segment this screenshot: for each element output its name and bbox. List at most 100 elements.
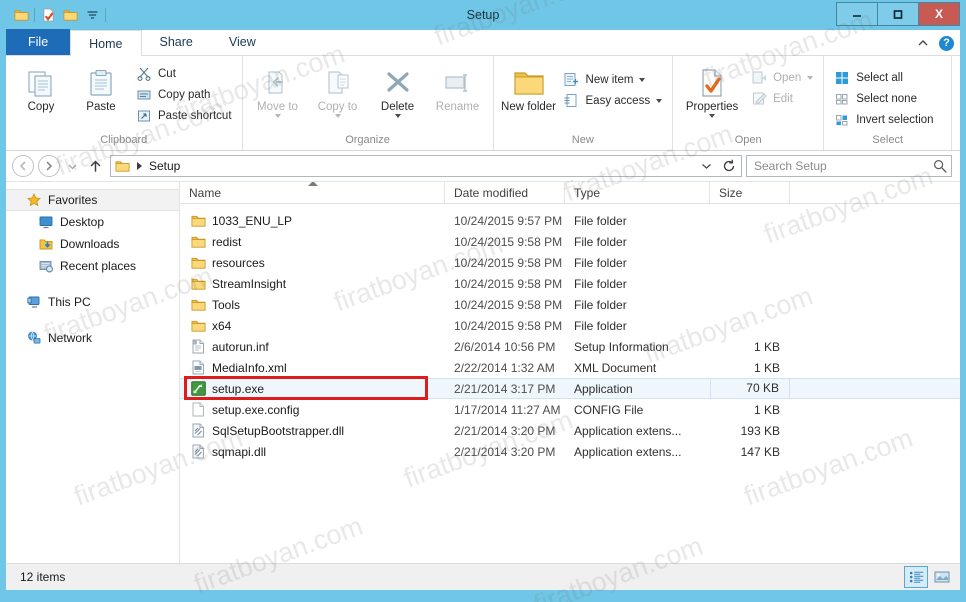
back-button[interactable] <box>12 155 34 177</box>
sidebar-item-desktop-label: Desktop <box>60 215 105 229</box>
search-icon[interactable] <box>933 159 947 173</box>
file-name-label: 1033_ENU_LP <box>212 213 293 228</box>
details-view-button[interactable] <box>904 566 928 588</box>
copy-to-button[interactable]: Copy to <box>309 61 367 118</box>
move-to-button[interactable]: Move to <box>249 61 307 118</box>
file-name-cell[interactable]: StreamInsight <box>180 276 445 292</box>
refresh-icon[interactable] <box>719 156 739 176</box>
qat-customize-dropdown-icon[interactable] <box>81 4 103 26</box>
edit-button[interactable]: Edit <box>747 88 817 109</box>
easy-access-caret-icon[interactable] <box>656 98 663 103</box>
table-row[interactable]: resources 10/24/2015 9:58 PM File folder <box>180 252 960 273</box>
column-header-size[interactable]: Size <box>710 182 790 203</box>
up-button[interactable] <box>84 155 106 177</box>
table-row[interactable]: Tools 10/24/2015 9:58 PM File folder <box>180 294 960 315</box>
file-name-cell[interactable]: 1033_ENU_LP <box>180 213 445 229</box>
file-name-cell[interactable]: Tools <box>180 297 445 313</box>
file-name-cell[interactable]: sqmapi.dll <box>180 444 445 460</box>
column-header-type[interactable]: Type <box>565 182 710 203</box>
delete-button[interactable]: Delete <box>369 61 427 118</box>
paste-shortcut-button[interactable]: Paste shortcut <box>132 105 236 126</box>
sidebar-item-recent-places[interactable]: Recent places <box>6 255 179 277</box>
sidebar-item-network[interactable]: Network <box>6 327 179 349</box>
table-row[interactable]: sqmapi.dll 2/21/2014 3:20 PM Application e… <box>180 441 960 462</box>
search-box[interactable]: Search Setup <box>746 155 952 177</box>
easy-access-icon <box>564 93 580 109</box>
file-list-pane: Name Date modified Type Size 1033_ENU_LP… <box>180 182 960 563</box>
table-row[interactable]: setup.exe.config 1/17/2014 11:27 AM CONFIG… <box>180 399 960 420</box>
qat-new-folder-icon[interactable] <box>59 4 81 26</box>
sidebar-item-favorites[interactable]: Favorites <box>6 189 179 211</box>
select-all-button[interactable]: Select all <box>830 67 937 88</box>
delete-icon <box>383 65 413 101</box>
large-icons-view-button[interactable] <box>930 566 954 588</box>
maximize-button[interactable] <box>877 2 919 26</box>
easy-access-button[interactable]: Easy access <box>560 90 667 111</box>
column-header-type-label: Type <box>574 185 601 200</box>
sidebar-item-desktop[interactable]: Desktop <box>6 211 179 233</box>
new-item-button-label: New item <box>585 73 634 86</box>
address-bar[interactable]: Setup <box>110 155 742 177</box>
file-name-cell[interactable]: setup.exe.config <box>180 402 445 418</box>
rename-button[interactable]: Rename <box>429 61 487 114</box>
copy-to-caret-icon[interactable] <box>334 114 341 118</box>
qat-properties-icon[interactable] <box>37 4 59 26</box>
new-item-button[interactable]: New item <box>560 69 667 90</box>
file-name-cell[interactable]: autorun.inf <box>180 339 445 355</box>
address-history-icon[interactable] <box>696 156 716 176</box>
table-row[interactable]: x64 10/24/2015 9:58 PM File folder <box>180 315 960 336</box>
paste-button[interactable]: Paste <box>72 61 130 114</box>
table-row[interactable]: StreamInsight 10/24/2015 9:58 PM File fold… <box>180 273 960 294</box>
column-header-name[interactable]: Name <box>180 182 445 203</box>
tab-home[interactable]: Home <box>70 30 142 56</box>
breadcrumb-setup[interactable]: Setup <box>149 159 180 173</box>
file-date-cell: 10/24/2015 9:58 PM <box>454 297 563 312</box>
new-folder-button[interactable]: New folder <box>500 61 558 114</box>
new-item-caret-icon[interactable] <box>639 77 646 82</box>
close-button[interactable]: X <box>918 2 960 26</box>
tab-share[interactable]: Share <box>142 29 211 55</box>
sidebar-item-this-pc[interactable]: This PC <box>6 291 179 313</box>
file-name-cell[interactable]: x64 <box>180 318 445 334</box>
properties-button[interactable]: Properties <box>679 61 745 118</box>
table-row[interactable]: SqlSetupBootstrapper.dll 2/21/2014 3:20 P… <box>180 420 960 441</box>
table-row[interactable]: autorun.inf 2/6/2014 10:56 PM Setup Inform… <box>180 336 960 357</box>
copy-button[interactable]: Copy <box>12 61 70 114</box>
invert-selection-button[interactable]: Invert selection <box>830 109 937 130</box>
ribbon-group-open-label: Open <box>734 134 762 146</box>
recent-locations-button[interactable] <box>64 155 80 177</box>
collapse-ribbon-icon[interactable] <box>917 34 929 52</box>
sidebar-item-favorites-label: Favorites <box>48 193 98 207</box>
table-row[interactable]: MediaInfo.xml 2/22/2014 1:32 AM XML Docume… <box>180 357 960 378</box>
forward-button[interactable] <box>38 155 60 177</box>
qat-folder-icon[interactable] <box>10 4 32 26</box>
copy-path-button[interactable]: Copy path <box>132 84 236 105</box>
delete-caret-icon[interactable] <box>394 114 401 118</box>
file-name-cell[interactable]: redist <box>180 234 445 250</box>
table-row[interactable]: redist 10/24/2015 9:58 PM File folder <box>180 231 960 252</box>
move-to-caret-icon[interactable] <box>274 114 281 118</box>
file-date-cell: 2/21/2014 3:20 PM <box>454 423 556 438</box>
table-row[interactable]: setup.exe 2/21/2014 3:17 PM Application 70 … <box>180 377 960 399</box>
edit-icon <box>751 91 767 107</box>
cut-button[interactable]: Cut <box>132 63 236 84</box>
ribbon-group-organize-label: Organize <box>345 134 390 146</box>
exe-file-icon <box>190 381 206 397</box>
open-button[interactable]: Open <box>747 67 817 88</box>
properties-caret-icon[interactable] <box>709 114 716 118</box>
file-name-cell[interactable]: SqlSetupBootstrapper.dll <box>180 423 445 439</box>
file-name-cell[interactable]: setup.exe <box>180 381 445 397</box>
help-icon[interactable]: ? <box>939 35 954 51</box>
file-name-cell[interactable]: MediaInfo.xml <box>180 360 445 376</box>
file-name-label: sqmapi.dll <box>212 444 267 459</box>
tab-file[interactable]: File <box>6 29 71 55</box>
table-row[interactable]: 1033_ENU_LP 10/24/2015 9:57 PM File folder <box>180 210 960 231</box>
tab-view[interactable]: View <box>211 29 274 55</box>
column-header-date-modified[interactable]: Date modified <box>445 182 565 203</box>
search-input[interactable]: Search Setup <box>754 159 933 173</box>
select-none-button[interactable]: Select none <box>830 88 937 109</box>
file-name-cell[interactable]: resources <box>180 255 445 271</box>
sidebar-item-downloads[interactable]: Downloads <box>6 233 179 255</box>
open-caret-icon[interactable] <box>807 75 814 80</box>
minimize-button[interactable] <box>836 2 878 26</box>
